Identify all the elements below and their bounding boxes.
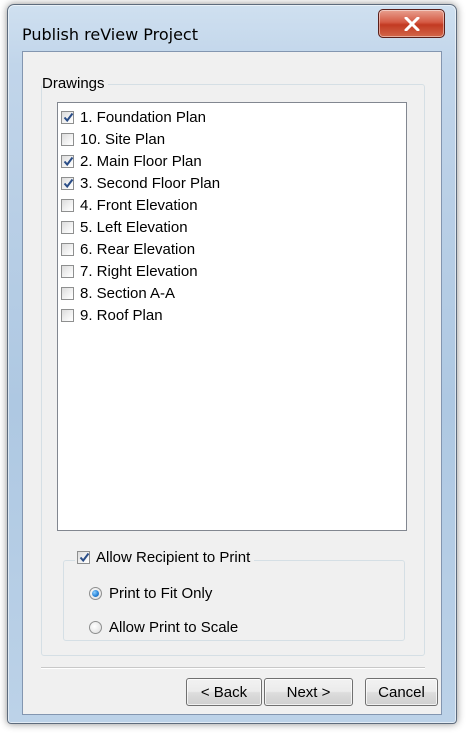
list-item-label: 8. Section A-A — [80, 284, 176, 302]
item-checkbox[interactable] — [61, 220, 74, 234]
item-checkbox[interactable] — [61, 198, 74, 212]
list-item-label: 9. Roof Plan — [80, 306, 163, 324]
checkmark-icon — [63, 178, 74, 188]
item-checkbox[interactable] — [61, 286, 74, 300]
list-item-label: 1. Foundation Plan — [80, 108, 206, 126]
list-item-front-elevation[interactable]: 4. Front Elevation — [61, 194, 198, 216]
list-item-site-plan[interactable]: 10. Site Plan — [61, 128, 165, 150]
cancel-button[interactable]: Cancel — [365, 678, 438, 706]
list-item-rear-elevation[interactable]: 6. Rear Elevation — [61, 238, 195, 260]
allow-print-checkbox-row[interactable]: Allow Recipient to Print — [75, 546, 255, 568]
window-title: Publish reView Project — [22, 25, 198, 44]
list-item-roof-plan[interactable]: 9. Roof Plan — [61, 304, 163, 326]
item-checkbox[interactable] — [61, 110, 74, 124]
dialog-window: Publish reView Project Drawings 1. Found… — [7, 4, 457, 724]
list-item-label: 6. Rear Elevation — [80, 240, 196, 258]
item-checkbox[interactable] — [61, 154, 74, 168]
radio-label: Print to Fit Only — [109, 584, 213, 602]
dialog-client-area: Drawings 1. Foundation Plan 10. Site Pla… — [22, 51, 442, 715]
item-checkbox[interactable] — [61, 308, 74, 322]
list-item-section-a-a[interactable]: 8. Section A-A — [61, 282, 175, 304]
radio-label: Allow Print to Scale — [109, 618, 239, 636]
checkmark-icon — [79, 552, 90, 562]
checkmark-icon — [63, 156, 74, 166]
item-checkbox[interactable] — [61, 176, 74, 190]
item-checkbox[interactable] — [61, 264, 74, 278]
list-item-label: 2. Main Floor Plan — [80, 152, 202, 170]
checkmark-icon — [63, 112, 74, 122]
drawings-group-label: Drawings — [42, 75, 108, 92]
item-checkbox[interactable] — [61, 132, 74, 146]
list-item-label: 5. Left Elevation — [80, 218, 188, 236]
item-checkbox[interactable] — [61, 242, 74, 256]
list-item-label: 4. Front Elevation — [80, 196, 198, 214]
close-button[interactable] — [378, 9, 445, 38]
title-bar[interactable]: Publish reView Project — [8, 5, 456, 49]
button-separator — [41, 667, 425, 669]
list-item-label: 10. Site Plan — [80, 130, 166, 148]
list-item-label: 7. Right Elevation — [80, 262, 198, 280]
radio-print-to-fit[interactable]: Print to Fit Only — [89, 583, 212, 603]
radio-print-to-scale[interactable]: Allow Print to Scale — [89, 617, 238, 637]
back-button[interactable]: < Back — [186, 678, 262, 706]
list-item-right-elevation[interactable]: 7. Right Elevation — [61, 260, 198, 282]
list-item-label: 3. Second Floor Plan — [80, 174, 221, 192]
list-item-second-floor-plan[interactable]: 3. Second Floor Plan — [61, 172, 220, 194]
drawings-listbox[interactable]: 1. Foundation Plan 10. Site Plan 2. Main… — [57, 102, 407, 531]
allow-print-label: Allow Recipient to Print — [96, 548, 251, 566]
radio-button[interactable] — [89, 620, 102, 634]
close-icon — [404, 17, 420, 31]
radio-button-selected[interactable] — [89, 586, 102, 600]
list-item-left-elevation[interactable]: 5. Left Elevation — [61, 216, 188, 238]
list-item-main-floor-plan[interactable]: 2. Main Floor Plan — [61, 150, 202, 172]
next-button[interactable]: Next > — [264, 678, 353, 706]
list-item-foundation-plan[interactable]: 1. Foundation Plan — [61, 106, 206, 128]
allow-print-checkbox[interactable] — [77, 550, 90, 564]
